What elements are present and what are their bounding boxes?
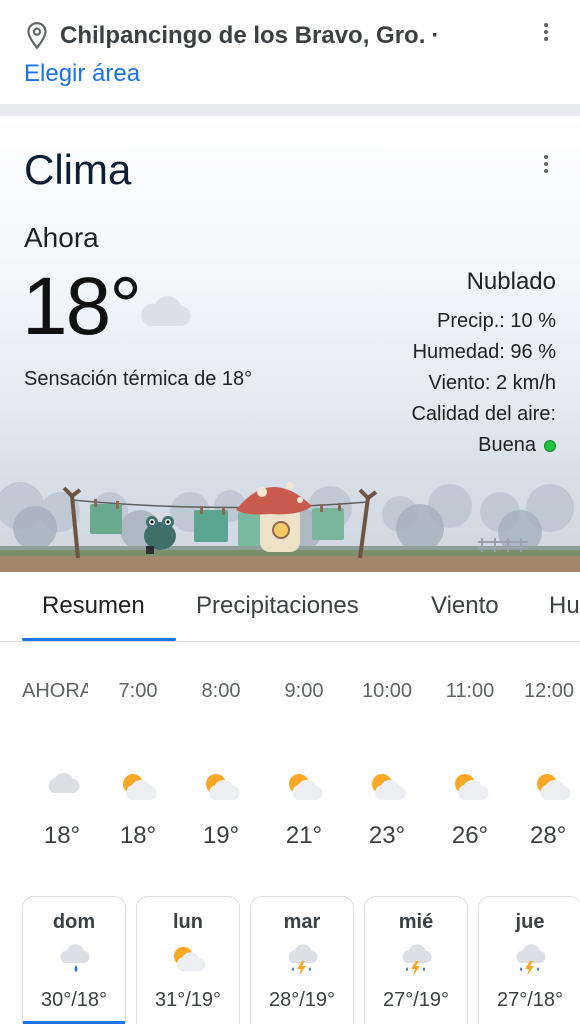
current-temperature: 18° [22, 261, 142, 352]
day-name: mié [398, 911, 434, 933]
condition: Nublado [466, 268, 556, 295]
hour-time: 10:00 [361, 680, 413, 702]
air-quality-value: Buena [478, 434, 536, 456]
daily-forecast: dom 30°/18° lun 31°/19° mar 28°/19° mié [0, 894, 580, 1024]
change-area-link[interactable]: Elegir área [24, 60, 140, 88]
rain-cloud-icon [60, 944, 90, 972]
day-card[interactable]: dom 30°/18° [22, 896, 126, 1024]
day-range: 31°/19° [154, 989, 222, 1011]
hour-time: AHORA [22, 680, 88, 702]
thunderstorm-icon [288, 944, 318, 976]
day-name: dom [52, 911, 96, 933]
cloud-icon [48, 772, 80, 794]
air-quality-label: Calidad del aire: [411, 403, 556, 425]
section-divider [0, 104, 580, 116]
weather-tabs: Resumen Precipitaciones Viento Hu [0, 572, 580, 642]
humidity: Humedad: 96 % [412, 341, 556, 363]
weather-illustration [0, 482, 580, 572]
hour-temp: 26° [451, 822, 489, 849]
partly-cloudy-icon [537, 774, 571, 801]
hour-time: 12:00 [524, 680, 575, 702]
active-tab-indicator [22, 638, 176, 641]
hour-column[interactable]: 9:00 21° [264, 642, 344, 892]
hour-column[interactable]: 7:00 18° [98, 642, 178, 892]
day-card[interactable]: jue 27°/18° [478, 896, 580, 1024]
partly-cloudy-icon [455, 774, 489, 801]
partly-cloudy-icon [372, 774, 406, 801]
location-separator: · [431, 22, 440, 49]
partly-cloudy-icon [289, 774, 323, 801]
feels-like: Sensación térmica de 18° [24, 368, 253, 390]
hour-time: 8:00 [201, 680, 241, 702]
hour-time: 7:00 [118, 680, 158, 702]
hour-time: 9:00 [284, 680, 324, 702]
day-range: 28°/19° [268, 989, 336, 1011]
hour-temp: 28° [530, 822, 567, 849]
precipitation: Precip.: 10 % [437, 310, 556, 332]
day-card[interactable]: mar 28°/19° [250, 896, 354, 1024]
hour-column[interactable]: 8:00 19° [181, 642, 261, 892]
hour-column[interactable]: 12:00 28° [512, 642, 580, 892]
weather-card: Clima Ahora 18° Sensación térmica de 18°… [0, 116, 580, 572]
day-name: mar [283, 911, 321, 933]
thunderstorm-icon [402, 944, 432, 976]
day-range: 27°/19° [382, 989, 450, 1011]
hour-temp: 19° [202, 822, 240, 849]
partly-cloudy-icon [173, 946, 206, 972]
day-card[interactable]: mié 27°/19° [364, 896, 468, 1024]
more-options-icon[interactable] [534, 20, 558, 44]
hour-temp: 18° [119, 822, 157, 849]
location-name: Chilpancingo de los Bravo, Gro. [60, 22, 426, 49]
hour-column[interactable]: AHORA 18° [22, 642, 88, 892]
hour-column[interactable]: 11:00 26° [430, 642, 510, 892]
day-range: 30°/18° [40, 989, 108, 1011]
tab-resumen[interactable]: Resumen [42, 592, 145, 620]
air-quality[interactable]: Buena [478, 434, 556, 457]
day-range: 27°/18° [496, 989, 564, 1011]
hour-time: 11:00 [445, 680, 495, 702]
day-name: jue [515, 911, 545, 933]
weather-title: Clima [24, 146, 132, 193]
day-name: lun [173, 911, 203, 933]
hour-column[interactable]: 10:00 23° [347, 642, 427, 892]
wind: Viento: 2 km/h [428, 372, 556, 394]
hourly-forecast: AHORA 18° 7:00 18° 8:00 19° 9:00 21° 10:… [0, 642, 580, 892]
location-card: Chilpancingo de los Bravo, Gro. · Elegir… [0, 0, 580, 104]
hour-temp: 23° [368, 822, 406, 849]
air-quality-indicator-icon [544, 439, 556, 452]
location-pin-icon [27, 22, 47, 50]
tab-viento[interactable]: Viento [431, 592, 499, 620]
day-card[interactable]: lun 31°/19° [136, 896, 240, 1024]
tab-humedad[interactable]: Hu [549, 592, 580, 620]
hour-temp: 18° [43, 822, 81, 849]
partly-cloudy-icon [123, 774, 157, 801]
tab-precipitaciones[interactable]: Precipitaciones [196, 592, 359, 620]
thunderstorm-icon [516, 944, 546, 976]
cloud-icon [141, 296, 191, 327]
partly-cloudy-icon [206, 774, 240, 801]
weather-more-options-icon[interactable] [534, 152, 558, 176]
now-label: Ahora [24, 222, 99, 253]
hour-temp: 21° [285, 822, 323, 849]
location-row[interactable]: Chilpancingo de los Bravo, Gro. · [24, 16, 439, 56]
